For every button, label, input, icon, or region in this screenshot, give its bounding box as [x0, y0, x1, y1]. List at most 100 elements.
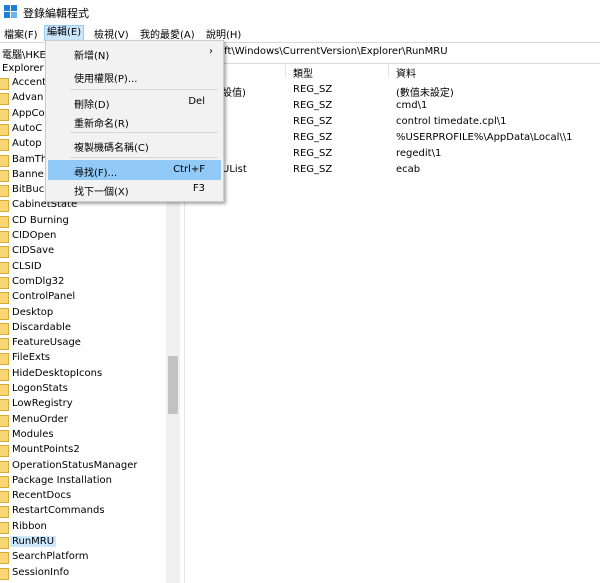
menu-favorites[interactable]: 我的最愛(A)	[138, 26, 197, 41]
tree-item-label: AppCo	[12, 107, 45, 119]
folder-icon	[0, 78, 9, 90]
folder-icon	[0, 368, 9, 381]
window-title: 登錄編輯程式	[23, 7, 89, 20]
tree-item[interactable]: RecentDocs	[0, 489, 165, 504]
value-data: ecab	[396, 164, 421, 175]
column-type[interactable]: 類型	[293, 65, 313, 80]
value-data: (數值未設定)	[396, 88, 454, 99]
tree-item-label: LogonStats	[12, 383, 68, 394]
tree-item[interactable]: Discardable	[0, 321, 165, 336]
tree-item-label: MenuOrder	[12, 413, 68, 425]
tree-item[interactable]: LowRegistry	[0, 397, 165, 412]
folder-icon	[0, 215, 9, 228]
menu-item-shortcut: Del	[188, 96, 205, 107]
tree-item-label: BitBuc	[12, 184, 45, 196]
tree-item[interactable]: FileExts	[0, 351, 165, 366]
value-row[interactable]: REG_SZ %USERPROFILE%\AppData\Local\\1	[185, 130, 600, 146]
menu-item-label: 尋找(F)...	[74, 168, 118, 179]
menu-item-label: 找下一個(X)	[74, 187, 129, 198]
tree-item-label: CIDSave	[12, 245, 55, 257]
menu-item-label: 重新命名(R)	[74, 119, 129, 130]
value-type: REG_SZ	[293, 164, 333, 175]
tree-item[interactable]: Ribbon	[0, 520, 165, 535]
tree-root-explorer[interactable]: Explorer	[2, 63, 44, 74]
menu-file[interactable]: 檔案(F)	[2, 26, 40, 41]
menu-edit[interactable]: 編輯(E)	[44, 25, 85, 41]
tree-item-label: Desktop	[12, 306, 54, 318]
value-row[interactable]: 設值) REG_SZ (數值未設定)	[185, 82, 600, 99]
folder-icon	[0, 322, 9, 335]
value-data: control timedate.cpl\1	[396, 116, 507, 127]
folder-icon	[0, 261, 9, 274]
menu-item-find-next[interactable]: 找下一個(X) F3	[48, 179, 221, 199]
regedit-app-icon	[4, 5, 17, 18]
folder-icon	[0, 231, 9, 243]
tree-item[interactable]: LogonStats	[0, 382, 165, 397]
value-type: REG_SZ	[293, 100, 333, 111]
tree-item[interactable]: ComDlg32	[0, 275, 165, 290]
value-row[interactable]: REG_SZ cmd\1	[185, 98, 600, 114]
tree-item[interactable]: ControlPanel	[0, 290, 165, 305]
tree-item-label: Accent	[12, 77, 47, 88]
tree-item[interactable]: RunMRU	[0, 535, 165, 550]
tree-item[interactable]: MenuOrder	[0, 413, 165, 428]
menu-item-delete[interactable]: 刪除(D) Del	[48, 92, 221, 112]
tree-item[interactable]: Package Installation	[0, 474, 165, 489]
tree-item[interactable]: CD Burning	[0, 214, 165, 229]
tree-item-label: RecentDocs	[12, 490, 72, 502]
folder-icon	[0, 537, 9, 549]
tree-item[interactable]: CIDSave	[0, 244, 165, 259]
tree-item-label: Ribbon	[12, 520, 47, 532]
tree-item[interactable]: RestartCommands	[0, 504, 165, 519]
column-divider[interactable]	[285, 64, 286, 78]
menu-item-permissions[interactable]: 使用權限(P)...	[48, 66, 221, 86]
folder-icon	[0, 506, 9, 519]
value-type: REG_SZ	[293, 84, 333, 95]
folder-icon	[0, 475, 9, 488]
value-type: REG_SZ	[293, 132, 333, 143]
folder-icon	[0, 414, 9, 427]
tree-item-label: FeatureUsage	[12, 337, 81, 349]
menu-item-find[interactable]: 尋找(F)... Ctrl+F	[48, 160, 221, 180]
tree-item-label: LowRegistry	[12, 398, 73, 410]
tree-item[interactable]: SessionInfo	[0, 566, 165, 581]
tree-item[interactable]: HideDesktopIcons	[0, 367, 165, 382]
tree-item[interactable]: Modules	[0, 428, 165, 443]
menu-item-copy-key-name[interactable]: 複製機碼名稱(C)	[48, 135, 221, 155]
tree-item[interactable]: MountPoints2	[0, 443, 165, 458]
menu-item-new[interactable]: 新增(N) ›	[48, 43, 221, 63]
tree-item-label: FileExts	[12, 352, 51, 364]
tree-item-label: ControlPanel	[12, 291, 76, 303]
title-bar: 登錄編輯程式	[0, 0, 600, 24]
value-name: 設值)	[222, 88, 246, 99]
values-header: 類型 資料	[185, 62, 600, 80]
menu-item-shortcut: Ctrl+F	[173, 164, 205, 175]
menu-item-shortcut: F3	[192, 183, 205, 194]
tree-item[interactable]: OperationStatusManager	[0, 459, 165, 474]
tree-scrollbar-thumb[interactable]	[168, 356, 178, 414]
menu-view[interactable]: 檢視(V)	[92, 26, 131, 41]
value-type: REG_SZ	[293, 148, 333, 159]
tree-item[interactable]: FeatureUsage	[0, 336, 165, 351]
column-divider[interactable]	[388, 64, 389, 78]
folder-icon	[0, 93, 9, 106]
tree-item[interactable]: CLSID	[0, 260, 165, 275]
value-row[interactable]: UList REG_SZ ecab	[185, 162, 600, 178]
value-row[interactable]: REG_SZ control timedate.cpl\1	[185, 114, 600, 130]
menu-help[interactable]: 說明(H)	[204, 26, 243, 41]
tree-item[interactable]: CIDOpen	[0, 229, 165, 244]
tree-item-label: BamTh	[12, 153, 48, 165]
tree-item[interactable]: Desktop	[0, 306, 165, 321]
folder-icon	[0, 169, 9, 182]
menu-item-rename[interactable]: 重新命名(R)	[48, 111, 221, 131]
tree-item[interactable]: SearchPlatform	[0, 550, 165, 565]
tree-item-label: Banne	[12, 168, 44, 180]
folder-icon	[0, 460, 9, 473]
folder-icon	[0, 108, 9, 121]
tree-item-label: HideDesktopIcons	[12, 367, 103, 379]
tree-item-label: SessionInfo	[12, 566, 70, 578]
column-data[interactable]: 資料	[396, 65, 416, 80]
folder-icon	[0, 154, 9, 167]
value-row[interactable]: REG_SZ regedit\1	[185, 146, 600, 162]
folder-icon	[0, 552, 9, 565]
